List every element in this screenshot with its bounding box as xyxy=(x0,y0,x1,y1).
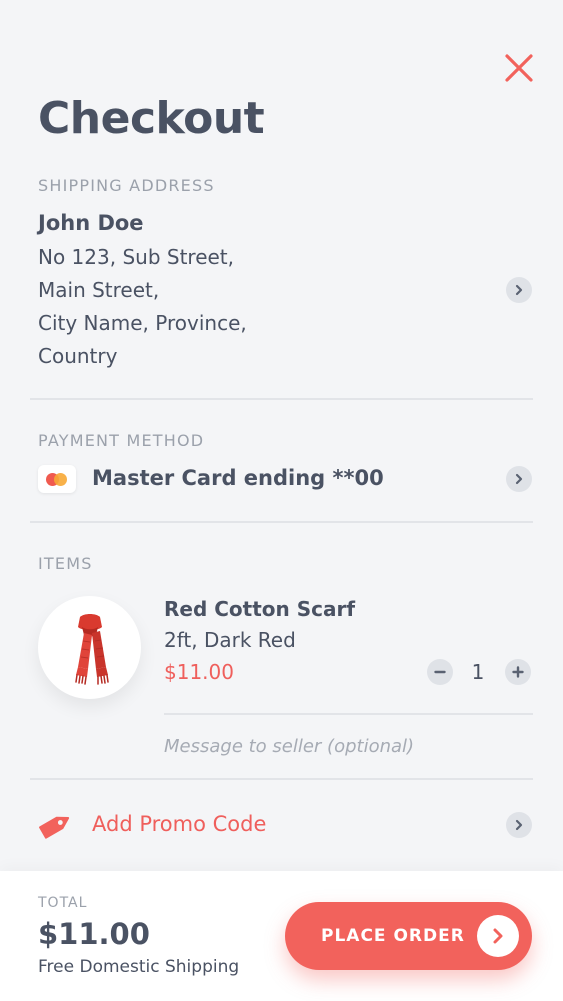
divider xyxy=(30,778,533,780)
mastercard-icon xyxy=(38,465,76,493)
plus-icon xyxy=(512,666,524,678)
divider xyxy=(30,398,533,400)
address-line: Country xyxy=(38,344,118,368)
divider xyxy=(30,521,533,523)
chevron-right-icon xyxy=(515,284,523,296)
checkout-footer: TOTAL $11.00 Free Domestic Shipping PLAC… xyxy=(0,871,563,1001)
address-line: City Name, Province, xyxy=(38,311,247,335)
total-label: TOTAL xyxy=(38,895,88,911)
shipping-address-label: SHIPPING ADDRESS xyxy=(38,176,215,195)
add-promo-code-button[interactable]: Add Promo Code xyxy=(30,800,533,852)
product-image xyxy=(38,596,141,699)
place-order-button[interactable]: PLACE ORDER xyxy=(285,902,532,970)
add-promo-code-label: Add Promo Code xyxy=(92,812,267,836)
chevron-right-icon xyxy=(515,819,523,831)
tag-icon xyxy=(39,816,70,839)
payment-method-value: Master Card ending **00 xyxy=(92,466,384,490)
edit-payment-button[interactable] xyxy=(506,466,532,492)
address-line: No 123, Sub Street, xyxy=(38,245,234,269)
red-scarf-image xyxy=(74,613,109,685)
payment-method-label: PAYMENT METHOD xyxy=(38,431,205,450)
total-value: $11.00 xyxy=(38,917,150,951)
checkout-screen: Checkout SHIPPING ADDRESS John Doe No 12… xyxy=(0,0,563,1001)
items-label: ITEMS xyxy=(38,554,93,573)
close-button[interactable] xyxy=(502,51,536,85)
increase-quantity-button[interactable] xyxy=(505,659,531,685)
item-quantity: 1 xyxy=(471,660,485,684)
shipping-note: Free Domestic Shipping xyxy=(38,957,240,977)
minus-icon xyxy=(434,670,446,674)
chevron-right-icon xyxy=(515,473,523,485)
arrow-right-icon xyxy=(477,915,519,957)
promo-chevron xyxy=(506,812,532,838)
address-line: Main Street, xyxy=(38,278,160,302)
item-price: $11.00 xyxy=(164,660,234,684)
decrease-quantity-button[interactable] xyxy=(427,659,453,685)
message-to-seller-input[interactable] xyxy=(164,731,532,761)
item-name: Red Cotton Scarf xyxy=(164,597,356,621)
edit-address-button[interactable] xyxy=(506,277,532,303)
shipping-name: John Doe xyxy=(38,211,144,235)
divider xyxy=(164,713,533,715)
place-order-label: PLACE ORDER xyxy=(321,926,465,946)
item-variant: 2ft, Dark Red xyxy=(164,628,296,652)
page-title: Checkout xyxy=(38,93,265,144)
close-icon xyxy=(505,54,533,82)
